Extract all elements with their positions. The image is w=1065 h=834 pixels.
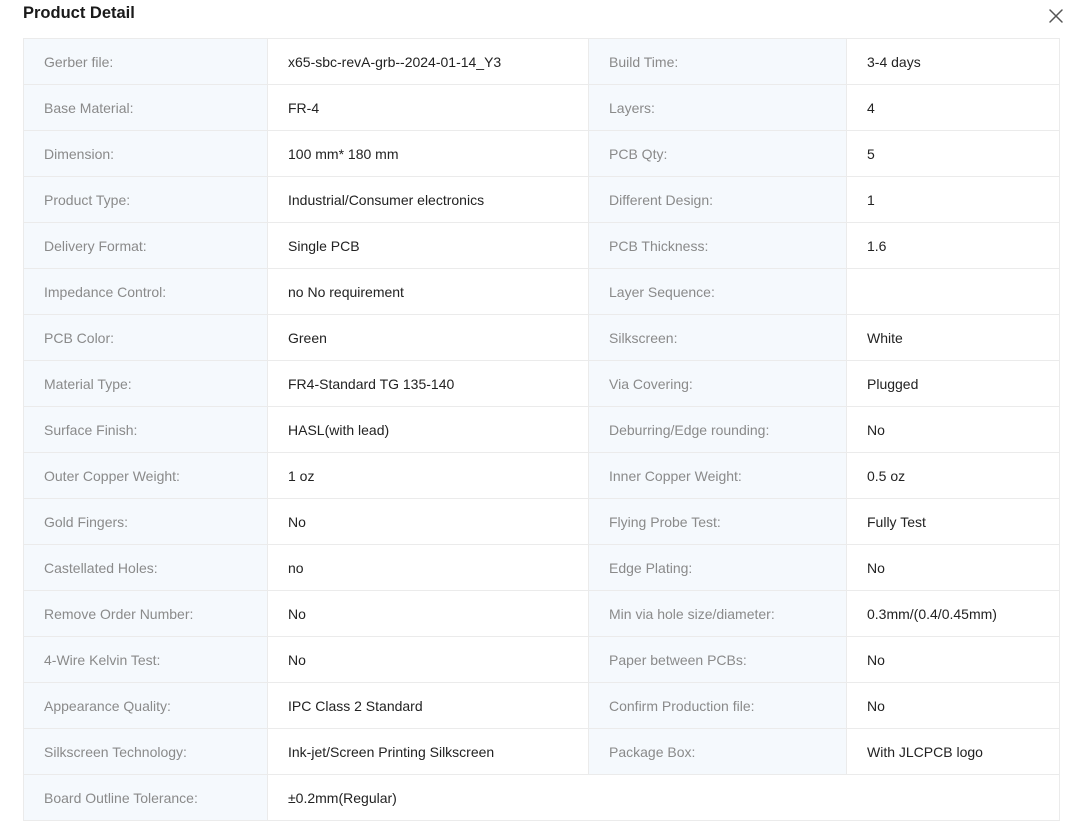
table-row: Gold Fingers: No Flying Probe Test: Fully T…	[23, 498, 1060, 545]
field-label: Silkscreen Technology:	[23, 728, 268, 775]
field-value: 0.5 oz	[846, 452, 1060, 499]
table-row: PCB Color: Green Silkscreen: White	[23, 314, 1060, 361]
field-value: HASL(with lead)	[267, 406, 589, 453]
close-button[interactable]	[1047, 7, 1065, 25]
field-label: Layer Sequence:	[588, 268, 847, 315]
field-value: no	[267, 544, 589, 591]
field-value: no No requirement	[267, 268, 589, 315]
field-label: Base Material:	[23, 84, 268, 131]
dialog-title: Product Detail	[23, 4, 135, 22]
field-value: No	[846, 406, 1060, 453]
field-label: Package Box:	[588, 728, 847, 775]
field-label: Edge Plating:	[588, 544, 847, 591]
field-value: No	[267, 590, 589, 637]
field-label: Confirm Production file:	[588, 682, 847, 729]
product-detail-table: Gerber file: x65-sbc-revA-grb--2024-01-14…	[23, 38, 1060, 821]
field-label: Different Design:	[588, 176, 847, 223]
close-icon	[1049, 9, 1063, 23]
field-value: No	[846, 544, 1060, 591]
table-row: Appearance Quality: IPC Class 2 Standard C…	[23, 682, 1060, 729]
field-value: 1 oz	[267, 452, 589, 499]
field-value: No	[267, 636, 589, 683]
field-value: IPC Class 2 Standard	[267, 682, 589, 729]
field-value: No	[846, 636, 1060, 683]
table-row: Dimension: 100 mm* 180 mm PCB Qty: 5	[23, 130, 1060, 177]
field-label: PCB Thickness:	[588, 222, 847, 269]
field-value: Ink-jet/Screen Printing Silkscreen	[267, 728, 589, 775]
field-value: ±0.2mm(Regular)	[267, 774, 1060, 821]
field-value: 5	[846, 130, 1060, 177]
field-label: Castellated Holes:	[23, 544, 268, 591]
field-label: Inner Copper Weight:	[588, 452, 847, 499]
field-label: Dimension:	[23, 130, 268, 177]
field-label: Build Time:	[588, 38, 847, 85]
field-label: Flying Probe Test:	[588, 498, 847, 545]
table-row: Gerber file: x65-sbc-revA-grb--2024-01-14…	[23, 38, 1060, 85]
field-label: Board Outline Tolerance:	[23, 774, 268, 821]
table-row: Material Type: FR4-Standard TG 135-140 Via…	[23, 360, 1060, 407]
field-label: Silkscreen:	[588, 314, 847, 361]
field-label: PCB Color:	[23, 314, 268, 361]
field-value: 1.6	[846, 222, 1060, 269]
table-row: 4-Wire Kelvin Test: No Paper between PCBs:…	[23, 636, 1060, 683]
table-row: Impedance Control: no No requirement Layer…	[23, 268, 1060, 315]
field-label: 4-Wire Kelvin Test:	[23, 636, 268, 683]
table-row: Delivery Format: Single PCB PCB Thickness:…	[23, 222, 1060, 269]
field-label: Material Type:	[23, 360, 268, 407]
field-label: Layers:	[588, 84, 847, 131]
field-value: 4	[846, 84, 1060, 131]
product-detail-dialog: Product Detail Gerber file: x65-sbc-revA-…	[0, 0, 1065, 834]
field-value: With JLCPCB logo	[846, 728, 1060, 775]
field-value: FR-4	[267, 84, 589, 131]
field-value: Single PCB	[267, 222, 589, 269]
field-value: No	[267, 498, 589, 545]
field-label: Min via hole size/diameter:	[588, 590, 847, 637]
field-label: Gerber file:	[23, 38, 268, 85]
field-value: 3-4 days	[846, 38, 1060, 85]
field-value: FR4-Standard TG 135-140	[267, 360, 589, 407]
table-row: Outer Copper Weight: 1 oz Inner Copper Wei…	[23, 452, 1060, 499]
field-label: Appearance Quality:	[23, 682, 268, 729]
field-label: Deburring/Edge rounding:	[588, 406, 847, 453]
table-row: Board Outline Tolerance: ±0.2mm(Regular)	[23, 774, 1060, 821]
field-label: PCB Qty:	[588, 130, 847, 177]
field-value: Fully Test	[846, 498, 1060, 545]
table-row: Remove Order Number: No Min via hole size/…	[23, 590, 1060, 637]
table-row: Surface Finish: HASL(with lead) Deburring/…	[23, 406, 1060, 453]
field-value: 100 mm* 180 mm	[267, 130, 589, 177]
field-value: White	[846, 314, 1060, 361]
field-label: Product Type:	[23, 176, 268, 223]
field-value: 1	[846, 176, 1060, 223]
field-label: Outer Copper Weight:	[23, 452, 268, 499]
field-value: 0.3mm/(0.4/0.45mm)	[846, 590, 1060, 637]
table-row: Base Material: FR-4 Layers: 4	[23, 84, 1060, 131]
field-value: Green	[267, 314, 589, 361]
field-value: Plugged	[846, 360, 1060, 407]
field-label: Remove Order Number:	[23, 590, 268, 637]
table-row: Castellated Holes: no Edge Plating: No	[23, 544, 1060, 591]
field-label: Via Covering:	[588, 360, 847, 407]
table-row: Product Type: Industrial/Consumer electro…	[23, 176, 1060, 223]
field-label: Surface Finish:	[23, 406, 268, 453]
table-row: Silkscreen Technology: Ink-jet/Screen Pri…	[23, 728, 1060, 775]
field-label: Impedance Control:	[23, 268, 268, 315]
field-value: No	[846, 682, 1060, 729]
field-label: Paper between PCBs:	[588, 636, 847, 683]
field-value: x65-sbc-revA-grb--2024-01-14_Y3	[267, 38, 589, 85]
field-label: Gold Fingers:	[23, 498, 268, 545]
field-value: Industrial/Consumer electronics	[267, 176, 589, 223]
field-label: Delivery Format:	[23, 222, 268, 269]
field-value	[846, 268, 1060, 315]
